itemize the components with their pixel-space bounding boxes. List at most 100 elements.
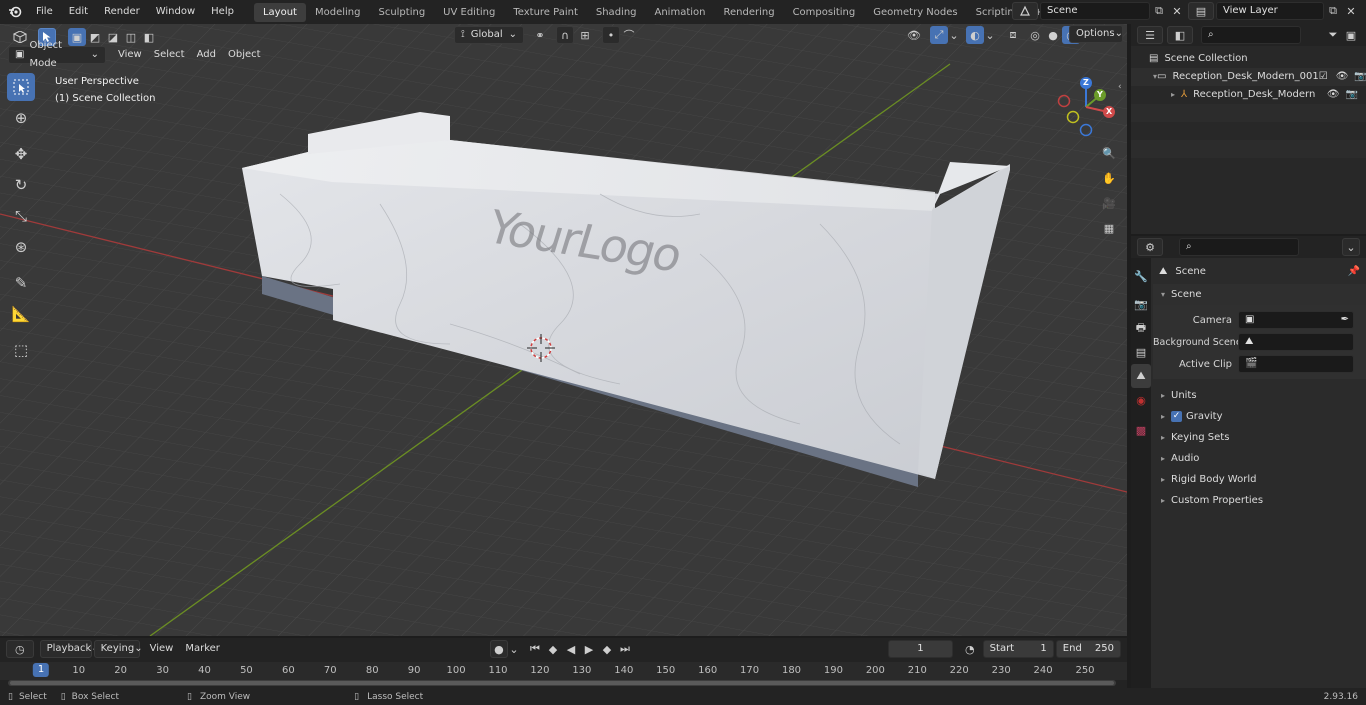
tab-uv-editing[interactable]: UV Editing	[434, 3, 504, 22]
view-layer-field[interactable]: View Layer	[1216, 2, 1324, 20]
scene-tab-icon[interactable]: ⛰	[1131, 364, 1151, 388]
measure-tool-icon[interactable]: 📐	[7, 300, 35, 328]
menu-help[interactable]: Help	[203, 0, 242, 24]
tab-animation[interactable]: Animation	[646, 3, 715, 22]
scene-name-field[interactable]: Scene	[1040, 2, 1150, 20]
gravity-panel-header[interactable]: ▸ ✓ Gravity	[1153, 406, 1366, 427]
custom-properties-panel-header[interactable]: ▸ Custom Properties	[1153, 490, 1366, 511]
pin-icon[interactable]: 📌	[1348, 261, 1360, 282]
camera-render-icon[interactable]: 📷	[1346, 86, 1358, 104]
timeline-menu-marker[interactable]: Marker	[179, 640, 226, 658]
zoom-icon[interactable]: 🔍	[1098, 142, 1120, 164]
select-intersect-icon[interactable]: ◧	[140, 28, 158, 46]
menu-file[interactable]: File	[28, 0, 61, 24]
annotate-tool-icon[interactable]: ✎	[7, 269, 35, 297]
properties-editor-type-icon[interactable]: ⚙	[1137, 238, 1163, 256]
eye-icon[interactable]: 👁	[1327, 86, 1340, 104]
rotate-tool-icon[interactable]: ↻	[7, 171, 35, 199]
rigid-body-world-panel-header[interactable]: ▸ Rigid Body World	[1153, 469, 1366, 490]
new-collection-icon[interactable]: ▣	[1342, 26, 1360, 44]
tab-modeling[interactable]: Modeling	[306, 3, 370, 22]
background-scene-field[interactable]: ⛰	[1238, 333, 1354, 351]
start-frame-field[interactable]: Start 1	[982, 640, 1054, 658]
current-frame-field[interactable]: 1	[887, 640, 953, 658]
delete-scene-icon[interactable]: ✕	[1168, 2, 1186, 20]
jump-end-icon[interactable]: ⏭	[616, 640, 634, 658]
navigation-gizmo[interactable]: Z Y X	[1053, 75, 1117, 139]
delete-view-layer-icon[interactable]: ✕	[1342, 2, 1360, 20]
visibility-icon[interactable]: 👁	[900, 26, 928, 44]
snap-target-icon[interactable]: ⊞	[574, 26, 596, 44]
play-reverse-icon[interactable]: ◀	[562, 640, 580, 658]
outliner-item-object[interactable]: ▸ ⅄ Reception_Desk_Modern 👁 📷	[1131, 86, 1366, 104]
audio-panel-header[interactable]: ▸ Audio	[1153, 448, 1366, 469]
proportional-edit-icon[interactable]: •	[602, 26, 620, 44]
keying-dropdown[interactable]: Keying ⌄	[93, 640, 143, 658]
end-frame-field[interactable]: End 250	[1055, 640, 1121, 658]
render-tab-icon[interactable]: 📷	[1131, 292, 1151, 316]
select-subtract-icon[interactable]: ◪	[104, 28, 122, 46]
include-checkbox-icon[interactable]: ☑	[1319, 68, 1328, 86]
move-tool-icon[interactable]: ✥	[7, 140, 35, 168]
prev-keyframe-icon[interactable]: ◆	[544, 640, 562, 658]
scene-panel-header[interactable]: ▾ Scene	[1153, 284, 1366, 305]
add-cube-tool-icon[interactable]: ⬚	[7, 336, 35, 364]
transform-orientation-dropdown[interactable]: ⟟ Global ⌄	[454, 26, 524, 44]
sidebar-toggle-icon[interactable]: ‹	[1118, 82, 1122, 92]
menu-edit[interactable]: Edit	[61, 0, 96, 24]
active-clip-field[interactable]: 🎬	[1238, 355, 1354, 373]
camera-render-icon[interactable]: 📷	[1354, 68, 1366, 86]
3d-viewport[interactable]: YourLogo ▣ ◩ ◪ ◫ ◧ ⟟ Global ⌄ ⚭ ∩ ⊞ • ⌒ …	[0, 24, 1127, 636]
new-view-layer-icon[interactable]: ⧉	[1324, 2, 1342, 20]
units-panel-header[interactable]: ▸ Units	[1153, 385, 1366, 406]
xray-icon[interactable]: ⧈	[1004, 26, 1022, 44]
keying-dropdown-icon[interactable]: ⌄	[508, 640, 520, 658]
expand-triangle-icon[interactable]: ▸	[1171, 86, 1181, 104]
outliner-item-collection[interactable]: ▾ ▭ Reception_Desk_Modern_001 ☑ 👁 📷	[1131, 68, 1366, 86]
gravity-checkbox[interactable]: ✓	[1171, 411, 1182, 422]
tab-rendering[interactable]: Rendering	[714, 3, 783, 22]
filter-icon[interactable]: ⏷	[1324, 26, 1342, 44]
menu-view[interactable]: View	[112, 46, 148, 64]
display-mode-icon[interactable]: ◧	[1167, 26, 1193, 44]
jump-start-icon[interactable]: ⏮	[526, 640, 544, 658]
world-tab-icon[interactable]: ◉	[1131, 388, 1151, 412]
tab-compositing[interactable]: Compositing	[784, 3, 865, 22]
snap-icon[interactable]: ∩	[556, 26, 574, 44]
next-keyframe-icon[interactable]: ◆	[598, 640, 616, 658]
menu-render[interactable]: Render	[96, 0, 148, 24]
frame-ruler[interactable]: 1 10 20 30 40 50 60 70 80 90 100 110 120 130 140 150 160…	[0, 662, 1127, 680]
overlay-toggle-icon[interactable]: ◐	[966, 26, 984, 44]
tab-shading[interactable]: Shading	[587, 3, 646, 22]
camera-view-icon[interactable]: 🎥	[1098, 192, 1120, 214]
menu-object[interactable]: Object	[222, 46, 267, 64]
timeline-scrollbar[interactable]	[8, 680, 1116, 686]
view-layer-tab-icon[interactable]: ▤	[1131, 340, 1151, 364]
select-invert-icon[interactable]: ◫	[122, 28, 140, 46]
transform-tool-icon[interactable]: ⊛	[7, 233, 35, 261]
options-dropdown[interactable]: Options ⌄	[1069, 25, 1123, 43]
output-tab-icon[interactable]: 🖶	[1131, 316, 1151, 340]
mode-dropdown[interactable]: ▣ Object Mode ⌄	[8, 40, 106, 69]
wireframe-shading-icon[interactable]: ◎	[1026, 26, 1044, 44]
properties-options-icon[interactable]: ⌄	[1342, 238, 1360, 256]
menu-select[interactable]: Select	[148, 46, 191, 64]
pan-hand-icon[interactable]: ✋	[1098, 167, 1120, 189]
eyedropper-icon[interactable]: ✒	[1341, 312, 1349, 328]
tab-sculpting[interactable]: Sculpting	[369, 3, 434, 22]
overlay-dropdown-icon[interactable]: ⌄	[984, 26, 996, 44]
blender-logo-icon[interactable]	[6, 3, 24, 21]
play-icon[interactable]: ▶	[580, 640, 598, 658]
outliner-search-input[interactable]: ⌕	[1201, 26, 1301, 44]
cursor-tool-icon[interactable]: ⊕	[7, 104, 35, 132]
gizmo-dropdown-icon[interactable]: ⌄	[948, 26, 960, 44]
pivot-icon[interactable]: ⚭	[528, 26, 552, 44]
record-icon[interactable]: ●	[489, 640, 508, 658]
texture-tab-icon[interactable]: ▩	[1131, 418, 1151, 442]
tab-layout[interactable]: Layout	[253, 3, 306, 22]
falloff-icon[interactable]: ⌒	[620, 26, 638, 44]
outliner-editor-type-icon[interactable]: ☰	[1137, 26, 1163, 44]
tab-geometry-nodes[interactable]: Geometry Nodes	[864, 3, 966, 22]
menu-add[interactable]: Add	[191, 46, 222, 64]
eye-icon[interactable]: 👁	[1336, 68, 1349, 86]
